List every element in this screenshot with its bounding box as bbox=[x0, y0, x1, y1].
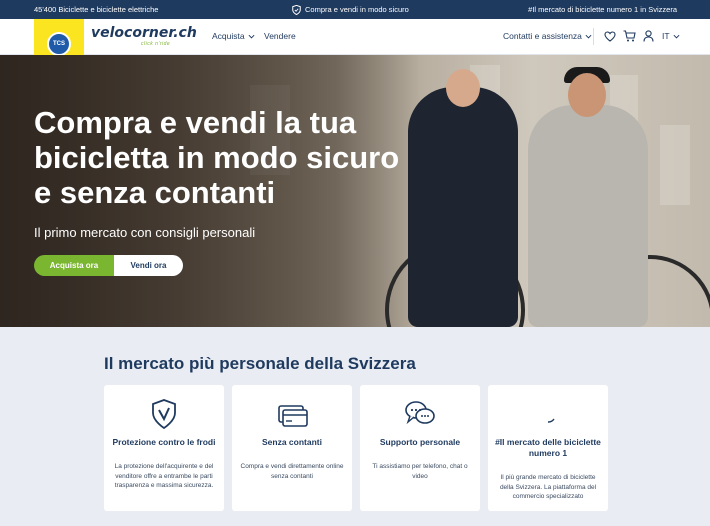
nav-divider bbox=[593, 28, 594, 45]
loading-icon bbox=[547, 418, 555, 423]
feature-card-support: Supporto personale Ti assistiamo per tel… bbox=[360, 385, 480, 511]
feature-title: Supporto personale bbox=[379, 437, 461, 447]
main-navigation: TCS velocorner.ch click n'ride Acquista … bbox=[0, 19, 710, 69]
background-window bbox=[660, 125, 690, 205]
language-label: IT bbox=[662, 31, 670, 41]
secure-trade-notice: Compra e vendi in modo sicuro bbox=[292, 4, 409, 15]
nav-sell-link[interactable]: Vendere bbox=[264, 31, 296, 41]
nav-contact-menu[interactable]: Contatti e assistenza bbox=[503, 31, 592, 41]
nav-buy-label: Acquista bbox=[212, 31, 245, 41]
feature-title: Senza contanti bbox=[262, 437, 322, 447]
feature-title: #Il mercato delle biciclette numero 1 bbox=[495, 437, 601, 458]
cart-icon[interactable] bbox=[622, 29, 636, 43]
buy-now-button[interactable]: Acquista ora bbox=[34, 255, 114, 276]
chevron-down-icon bbox=[673, 34, 680, 38]
top-info-bar: 45'400 Biciclette e biciclette elettrich… bbox=[0, 0, 710, 19]
card-icon bbox=[278, 405, 308, 427]
feature-card-number-one: #Il mercato delle biciclette numero 1 Il… bbox=[488, 385, 608, 511]
tcs-badge: TCS bbox=[47, 32, 71, 56]
nav-contact-label: Contatti e assistenza bbox=[503, 31, 582, 41]
sell-now-button[interactable]: Vendi ora bbox=[114, 255, 183, 276]
hero-subline: Il primo mercato con consigli personali bbox=[34, 225, 256, 240]
shield-check-icon bbox=[152, 399, 176, 430]
chevron-down-icon bbox=[248, 34, 255, 38]
hero-person-right bbox=[528, 67, 648, 327]
feature-card-fraud-protection: Protezione contro le frodi La protezione… bbox=[104, 385, 224, 511]
shield-icon bbox=[292, 4, 301, 15]
feature-card-cashless: Senza contanti Compra e vendi direttamen… bbox=[232, 385, 352, 511]
secure-trade-text: Compra e vendi in modo sicuro bbox=[305, 5, 409, 14]
nav-sell-label: Vendere bbox=[264, 31, 296, 41]
feature-text: Ti assistiamo per telefono, chat o video bbox=[372, 463, 468, 480]
user-icon[interactable] bbox=[641, 29, 655, 43]
chat-icon bbox=[405, 401, 435, 425]
heart-icon[interactable] bbox=[603, 29, 617, 43]
feature-title: Protezione contro le frodi bbox=[112, 437, 216, 447]
nav-buy-menu[interactable]: Acquista bbox=[212, 31, 255, 41]
hero-person-left bbox=[408, 69, 518, 327]
hero-headline: Compra e vendi la tua bicicletta in modo… bbox=[34, 105, 400, 210]
feature-text: La protezione dell'acquirente e del vend… bbox=[114, 463, 214, 489]
market-claim-text: #Il mercato di biciclette numero 1 in Sv… bbox=[528, 5, 677, 14]
chevron-down-icon bbox=[585, 34, 592, 38]
feature-text: Il più grande mercato di biciclette dell… bbox=[499, 474, 597, 500]
language-selector[interactable]: IT bbox=[662, 31, 680, 41]
feature-text: Compra e vendi direttamente online senza… bbox=[240, 463, 344, 480]
brand-tagline: click n'ride bbox=[141, 41, 171, 47]
section-title: Il mercato più personale della Svizzera bbox=[104, 354, 416, 373]
bike-count-text: 45'400 Biciclette e biciclette elettrich… bbox=[34, 5, 159, 14]
hero-banner: Compra e vendi la tua bicicletta in modo… bbox=[0, 55, 710, 327]
velocorner-logo[interactable]: velocorner.ch bbox=[91, 25, 197, 41]
